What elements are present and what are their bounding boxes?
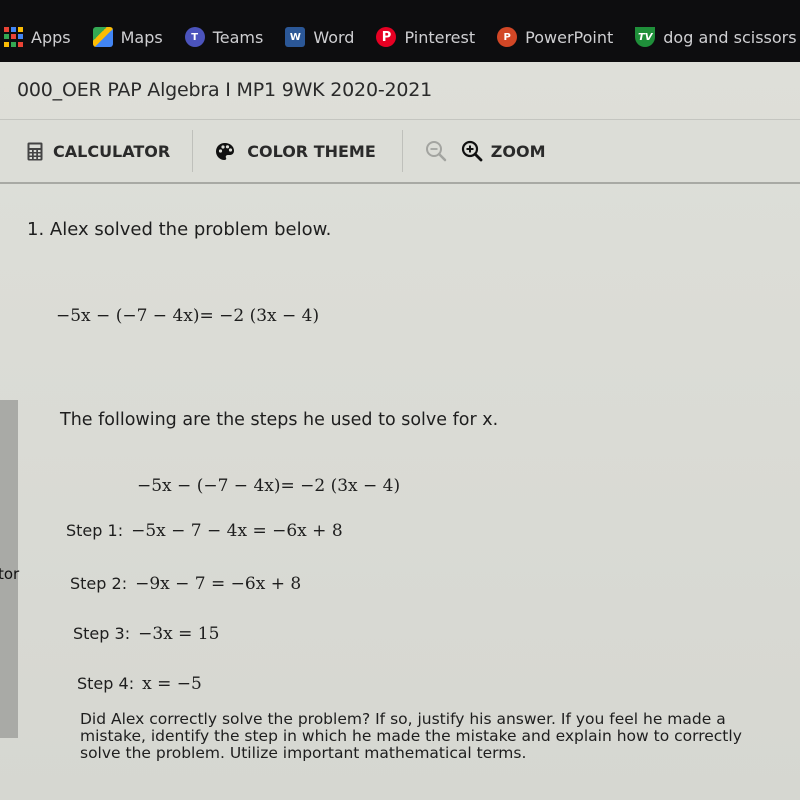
word-icon: W <box>285 27 306 47</box>
zoom-out-icon <box>425 140 447 162</box>
tv-icon: TV <box>635 27 656 47</box>
bookmark-label: dog and scissors <box>663 27 797 47</box>
question-prompt: Did Alex correctly solve the problem? If… <box>80 710 742 762</box>
bookmark-label: Pinterest <box>404 27 476 47</box>
calculator-label: CALCULATOR <box>53 141 171 161</box>
title-bar: 000_OER PAP Algebra I MP1 9WK 2020-2021 <box>0 62 800 120</box>
page-title: 000_OER PAP Algebra I MP1 9WK 2020-2021 <box>17 79 433 101</box>
step-3: Step 3: −3x = 15 <box>73 624 219 644</box>
step-label: Step 1: <box>66 521 124 540</box>
assessment-page: 000_OER PAP Algebra I MP1 9WK 2020-2021 … <box>0 62 800 800</box>
step-label: Step 4: <box>77 674 135 693</box>
bookmark-label: Teams <box>212 27 264 47</box>
step-expression: −9x − 7 = −6x + 8 <box>135 574 302 594</box>
color-theme-button[interactable]: COLOR THEME <box>193 131 402 171</box>
zoom-in-button[interactable]: ZOOM <box>461 131 546 171</box>
bookmark-word[interactable]: W Word <box>285 27 354 47</box>
step-expression: x = −5 <box>142 674 202 694</box>
bookmark-label: Apps <box>31 27 71 47</box>
step-expression: −5x − 7 − 4x = −6x + 8 <box>131 521 343 541</box>
steps-intro: The following are the steps he used to s… <box>60 410 499 430</box>
bookmark-dog-and-scissors[interactable]: TV dog and scissors <box>635 27 797 47</box>
bookmark-label: PowerPoint <box>525 27 614 47</box>
bookmarks-bar: Apps Maps T Teams W Word P Pinterest P P… <box>0 0 800 62</box>
powerpoint-icon: P <box>497 27 518 47</box>
step-2: Step 2: −9x − 7 = −6x + 8 <box>70 574 301 594</box>
problem-equation-repeat: −5x − (−7 − 4x)= −2 (3x − 4) <box>137 476 401 496</box>
palette-icon <box>215 142 235 161</box>
bookmark-maps[interactable]: Maps <box>92 27 163 47</box>
bookmark-teams[interactable]: T Teams <box>184 27 264 47</box>
bookmark-label: Maps <box>120 27 163 47</box>
color-theme-label: COLOR THEME <box>247 141 376 161</box>
background-window-text: tor <box>0 565 20 583</box>
bookmark-pinterest[interactable]: P Pinterest <box>376 27 475 47</box>
question-heading: 1. Alex solved the problem below. <box>27 219 332 240</box>
zoom-in-icon <box>461 140 483 162</box>
step-1: Step 1: −5x − 7 − 4x = −6x + 8 <box>66 521 343 541</box>
calculator-icon <box>27 142 43 161</box>
apps-grid-icon <box>4 27 23 47</box>
maps-icon <box>92 27 113 47</box>
step-4: Step 4: x = −5 <box>77 674 202 694</box>
zoom-label: ZOOM <box>490 141 546 161</box>
zoom-out-button[interactable] <box>403 131 461 171</box>
pinterest-icon: P <box>376 27 397 47</box>
step-label: Step 3: <box>73 624 131 643</box>
problem-equation: −5x − (−7 − 4x)= −2 (3x − 4) <box>56 306 320 326</box>
bookmark-label: Word <box>313 27 355 47</box>
bookmark-powerpoint[interactable]: P PowerPoint <box>497 27 613 47</box>
calculator-button[interactable]: CALCULATOR <box>0 131 192 171</box>
bookmark-apps[interactable]: Apps <box>4 27 71 47</box>
teams-icon: T <box>184 27 205 47</box>
step-expression: −3x = 15 <box>138 624 220 644</box>
step-label: Step 2: <box>70 574 128 593</box>
toolbar: CALCULATOR COLOR THEME ZOOM <box>0 120 800 184</box>
